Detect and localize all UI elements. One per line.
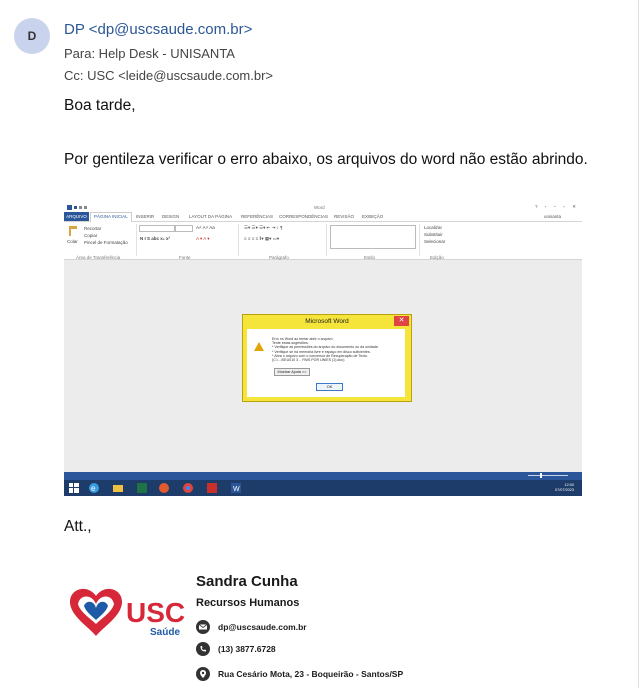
paste-icon <box>69 226 77 236</box>
tab-exibicao: EXIBIÇÃO <box>362 214 384 219</box>
email-message: Por gentileza verificar o erro abaixo, o… <box>64 151 588 168</box>
tab-correspondencias: CORRESPONDÊNCIAS <box>279 214 329 219</box>
word-status-bar <box>64 472 582 480</box>
logo-sub: Saúde <box>150 627 180 638</box>
media-icon <box>159 483 169 493</box>
paste-label: Colar <box>67 239 78 244</box>
window-controls: ? ▫ – ▫ ✕ <box>535 204 579 209</box>
font-style-icons: N I S abc x₂ x² <box>140 236 171 241</box>
windows-taskbar: e W 12:00 07/07/2023 <box>64 480 582 496</box>
word-ribbon: Colar Recortar Copiar Pincel de Formataç… <box>64 222 582 260</box>
tab-inserir: INSERIR <box>136 214 155 219</box>
show-help-button[interactable]: Mostrar Ajuda >> <box>274 368 310 376</box>
signature-address-line: Rua Cesário Mota, 23 - Boqueirão - Santo… <box>196 666 403 682</box>
replace-label: Substituir <box>424 232 443 237</box>
email-closing: Att., <box>64 518 92 535</box>
zoom-slider <box>528 475 568 476</box>
dialog-title: Microsoft Word <box>305 318 349 325</box>
email-icon <box>196 620 210 634</box>
dialog-message: Erro no Word ao tentar abrir o arquivo. … <box>272 337 379 363</box>
signature-phone-line[interactable]: (13) 3877.6728 <box>196 641 276 657</box>
word-user: unisanta <box>544 214 562 219</box>
font-size-box <box>175 225 193 232</box>
signature-name: Sandra Cunha <box>196 573 298 590</box>
acrobat-icon <box>207 483 217 493</box>
excel-icon <box>137 483 147 493</box>
tab-layout: LAYOUT DA PÁGINA <box>189 214 233 219</box>
tab-referencias: REFERÊNCIAS <box>241 214 274 219</box>
explorer-icon <box>113 485 123 492</box>
tab-revisao: REVISÃO <box>334 214 355 219</box>
ie-icon: e <box>89 483 99 493</box>
embedded-word-screenshot[interactable]: Word ? ▫ – ▫ ✕ ARQUIVO PÁGINA INICIAL IN… <box>64 203 582 496</box>
cc-recipients[interactable]: Cc: USC <leide@uscsaude.com.br> <box>64 68 273 83</box>
windows-start-icon <box>69 483 79 493</box>
email-greeting: Boa tarde, <box>64 97 136 114</box>
word-titlebar: Word ? ▫ – ▫ ✕ <box>64 203 582 212</box>
signature-role: Recursos Humanos <box>196 597 300 609</box>
sender-address[interactable]: DP <dp@uscsaude.com.br> <box>64 21 252 38</box>
logo-text: USC <box>126 597 185 628</box>
signature-email[interactable]: dp@uscsaude.com.br <box>218 622 307 632</box>
tab-pagina-inicial: PÁGINA INICIAL <box>90 212 132 222</box>
quick-access-icons <box>67 205 87 210</box>
format-painter-label: Pincel de Formatação <box>84 240 128 245</box>
taskbar-clock: 12:00 07/07/2023 <box>554 483 574 492</box>
ok-button[interactable]: OK <box>316 383 343 391</box>
sender-avatar: D <box>14 18 50 54</box>
warning-icon <box>254 342 264 351</box>
align-icons: ≡ ≡ ≡ ≡ ‖▾ ▦▾ ▭▾ <box>244 236 280 241</box>
signature-phone[interactable]: (13) 3877.6728 <box>218 644 276 654</box>
to-recipients[interactable]: Para: Help Desk - UNISANTA <box>64 46 235 61</box>
word-window-title: Word <box>314 205 325 210</box>
location-pin-icon <box>196 667 210 681</box>
dialog-close-button[interactable]: ✕ <box>394 316 409 326</box>
cut-label: Recortar <box>84 226 102 231</box>
signature-email-line[interactable]: dp@uscsaude.com.br <box>196 619 307 635</box>
copy-label: Copiar <box>84 233 98 238</box>
style-gallery <box>330 225 416 249</box>
font-name-box <box>139 225 175 232</box>
word-taskbar-icon: W <box>231 483 241 493</box>
signature-address: Rua Cesário Mota, 23 - Boqueirão - Santo… <box>218 669 404 679</box>
tab-design: DESIGN <box>162 214 180 219</box>
error-dialog: Microsoft Word ✕ Erro no Word ao tentar … <box>242 314 412 402</box>
zoom-thumb <box>540 473 542 478</box>
phone-icon <box>196 642 210 656</box>
list-icons: ☰▾ ☰▾ ☰▾ ⇤ ⇥ ↕ ¶ <box>244 225 283 230</box>
chrome-icon <box>183 483 193 493</box>
word-ribbon-tabs: ARQUIVO PÁGINA INICIAL INSERIR DESIGN LA… <box>64 212 582 222</box>
font-grow-icons: A˄ A˅ Aa <box>196 225 215 230</box>
find-label: Localizar <box>424 225 443 230</box>
svg-text:W: W <box>233 486 240 493</box>
svg-text:e: e <box>91 484 96 493</box>
dialog-body: Erro no Word ao tentar abrir o arquivo. … <box>247 329 405 397</box>
tab-arquivo: ARQUIVO <box>64 212 89 221</box>
select-label: Selecionar <box>424 239 446 244</box>
font-color-icons: A ▾ A ▾ <box>196 236 210 241</box>
usc-saude-logo: USC Saúde <box>70 588 185 638</box>
